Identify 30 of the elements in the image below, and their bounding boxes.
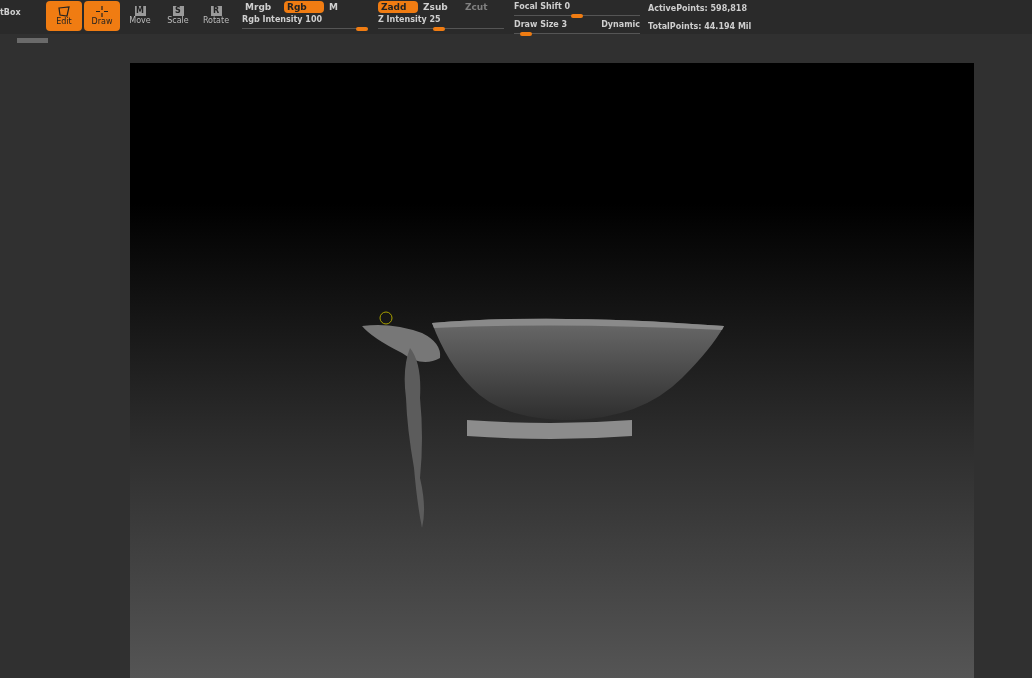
slider-label: Z Intensity 25: [378, 14, 441, 26]
edit-frame-icon: [57, 5, 71, 17]
tool-button[interactable]: R Rotate: [198, 1, 234, 31]
stat-text: ActivePoints: 598,818: [648, 3, 748, 15]
tool-button[interactable]: Edit: [46, 1, 82, 31]
slider-thumb[interactable]: [432, 26, 445, 31]
slider-track[interactable]: [242, 26, 368, 31]
mode-toggle[interactable]: M: [326, 1, 366, 13]
viewport-canvas[interactable]: [130, 63, 974, 678]
mode-toggle[interactable]: Rgb: [284, 1, 324, 13]
slider-thumb[interactable]: [519, 31, 532, 36]
tool-button[interactable]: Draw: [84, 1, 120, 31]
stat-text: TotalPoints: 44.194 Mil: [648, 21, 752, 33]
slider-label: Rgb Intensity 100: [242, 14, 323, 26]
dynamic-label[interactable]: Dynamic: [601, 19, 640, 31]
mode-toggle[interactable]: Zadd: [378, 1, 418, 13]
mode-toggle[interactable]: Zsub: [420, 1, 460, 13]
slider-label: Draw Size 3: [514, 19, 568, 31]
crosshair-icon: [96, 5, 108, 17]
slider-label: Focal Shift 0: [514, 1, 571, 13]
palette-label: tBox: [0, 7, 22, 19]
tool-button[interactable]: S Scale: [160, 1, 196, 31]
key-icon: M: [134, 6, 146, 16]
key-icon: S: [172, 6, 184, 16]
scroll-bar[interactable]: [17, 38, 48, 43]
mode-toggle[interactable]: Mrgb: [242, 1, 282, 13]
tool-button[interactable]: M Move: [122, 1, 158, 31]
key-icon: R: [210, 6, 222, 16]
slider-thumb[interactable]: [571, 13, 583, 18]
slider-thumb[interactable]: [356, 26, 368, 31]
